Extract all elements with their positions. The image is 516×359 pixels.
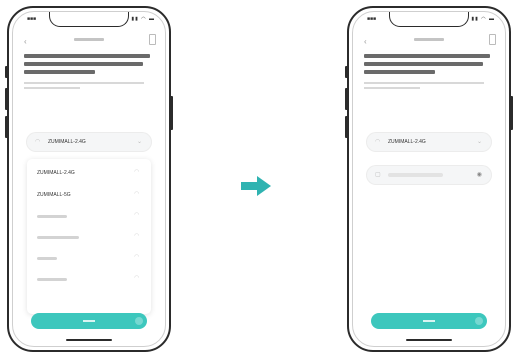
wifi-list-item-name: ZUMIMALL-5G	[37, 192, 71, 198]
status-time: ■■■	[367, 16, 377, 22]
wifi-name-value: ZUMIMALL-2.4G	[388, 138, 426, 145]
wifi-list-item-name	[37, 236, 79, 239]
page-heading	[24, 52, 153, 74]
nav-title	[353, 37, 505, 43]
wifi-signal-icon: ◠	[134, 212, 139, 218]
wifi-list-item[interactable]: ◠	[37, 254, 139, 265]
next-button[interactable]	[31, 313, 147, 329]
wifi-signal-icon: ◠	[134, 233, 139, 239]
phone-frame-step1: ■■■ ▮▮ ◠ ▬ ‹ ◠ ZUMIMALL-2.4G ⌄ ZUMIMALL-…	[5, 6, 173, 352]
wifi-list-item-name: ZUMIMALL-2.4G	[37, 170, 75, 176]
volume-up-button	[5, 88, 8, 110]
wifi-list-item[interactable]: ZUMIMALL-5G ◠	[37, 191, 139, 202]
wifi-name-field[interactable]: ◠ ZUMIMALL-2.4G ⌄	[367, 133, 491, 151]
next-button[interactable]	[371, 313, 487, 329]
wifi-list-item-name	[37, 215, 67, 218]
notch	[49, 12, 129, 27]
chevron-down-icon[interactable]: ⌄	[477, 138, 482, 145]
wifi-list-item-name	[37, 278, 67, 281]
wifi-name-field[interactable]: ◠ ZUMIMALL-2.4G ⌄	[27, 133, 151, 151]
help-icon[interactable]	[149, 34, 156, 45]
page-subtext	[364, 80, 489, 89]
help-icon[interactable]	[489, 34, 496, 45]
volume-down-button	[5, 116, 8, 138]
wifi-icon: ◠	[35, 139, 41, 145]
wifi-signal-icon: ◠	[134, 169, 139, 175]
mute-switch	[5, 66, 8, 78]
eye-icon[interactable]: ◉	[477, 171, 482, 178]
page-heading	[364, 52, 493, 74]
power-button	[170, 96, 173, 130]
mute-switch	[345, 66, 348, 78]
arrow-right-icon	[475, 317, 483, 325]
screen: ■■■ ▮▮ ◠ ▬ ‹ ◠ ZUMIMALL-2.4G ⌄ ▢ ◉	[352, 11, 506, 347]
wifi-name-value: ZUMIMALL-2.4G	[48, 138, 86, 145]
wifi-list-item[interactable]: ZUMIMALL-2.4G ◠	[37, 169, 139, 180]
home-indicator	[406, 339, 452, 341]
arrow-right-icon	[135, 317, 143, 325]
wifi-list-item[interactable]: ◠	[37, 233, 139, 244]
notch	[389, 12, 469, 27]
status-time: ■■■	[27, 16, 37, 22]
volume-up-button	[345, 88, 348, 110]
phone-frame-step2: ■■■ ▮▮ ◠ ▬ ‹ ◠ ZUMIMALL-2.4G ⌄ ▢ ◉	[345, 6, 513, 352]
wifi-list-item[interactable]: ◠	[37, 275, 139, 286]
wifi-signal-icon: ◠	[134, 254, 139, 260]
right-arrow-icon	[241, 176, 271, 196]
lock-icon: ▢	[375, 172, 381, 178]
screen: ■■■ ▮▮ ◠ ▬ ‹ ◠ ZUMIMALL-2.4G ⌄ ZUMIMALL-…	[12, 11, 166, 347]
volume-down-button	[345, 116, 348, 138]
home-indicator	[66, 339, 112, 341]
password-field[interactable]: ▢ ◉	[367, 166, 491, 184]
status-icons: ▮▮ ◠ ▬	[471, 16, 495, 22]
wifi-list-item[interactable]: ◠	[37, 212, 139, 223]
wifi-list-item-name	[37, 257, 57, 260]
nav-title	[13, 37, 165, 43]
password-placeholder	[388, 173, 443, 177]
wifi-icon: ◠	[375, 139, 381, 145]
wifi-signal-icon: ◠	[134, 275, 139, 281]
wifi-signal-icon: ◠	[134, 191, 139, 197]
page-subtext	[24, 80, 149, 89]
wifi-list-dropdown: ZUMIMALL-2.4G ◠ ZUMIMALL-5G ◠ ◠ ◠ ◠ ◠	[27, 159, 151, 314]
chevron-down-icon[interactable]: ⌄	[137, 138, 142, 145]
power-button	[510, 96, 513, 130]
status-icons: ▮▮ ◠ ▬	[131, 16, 155, 22]
